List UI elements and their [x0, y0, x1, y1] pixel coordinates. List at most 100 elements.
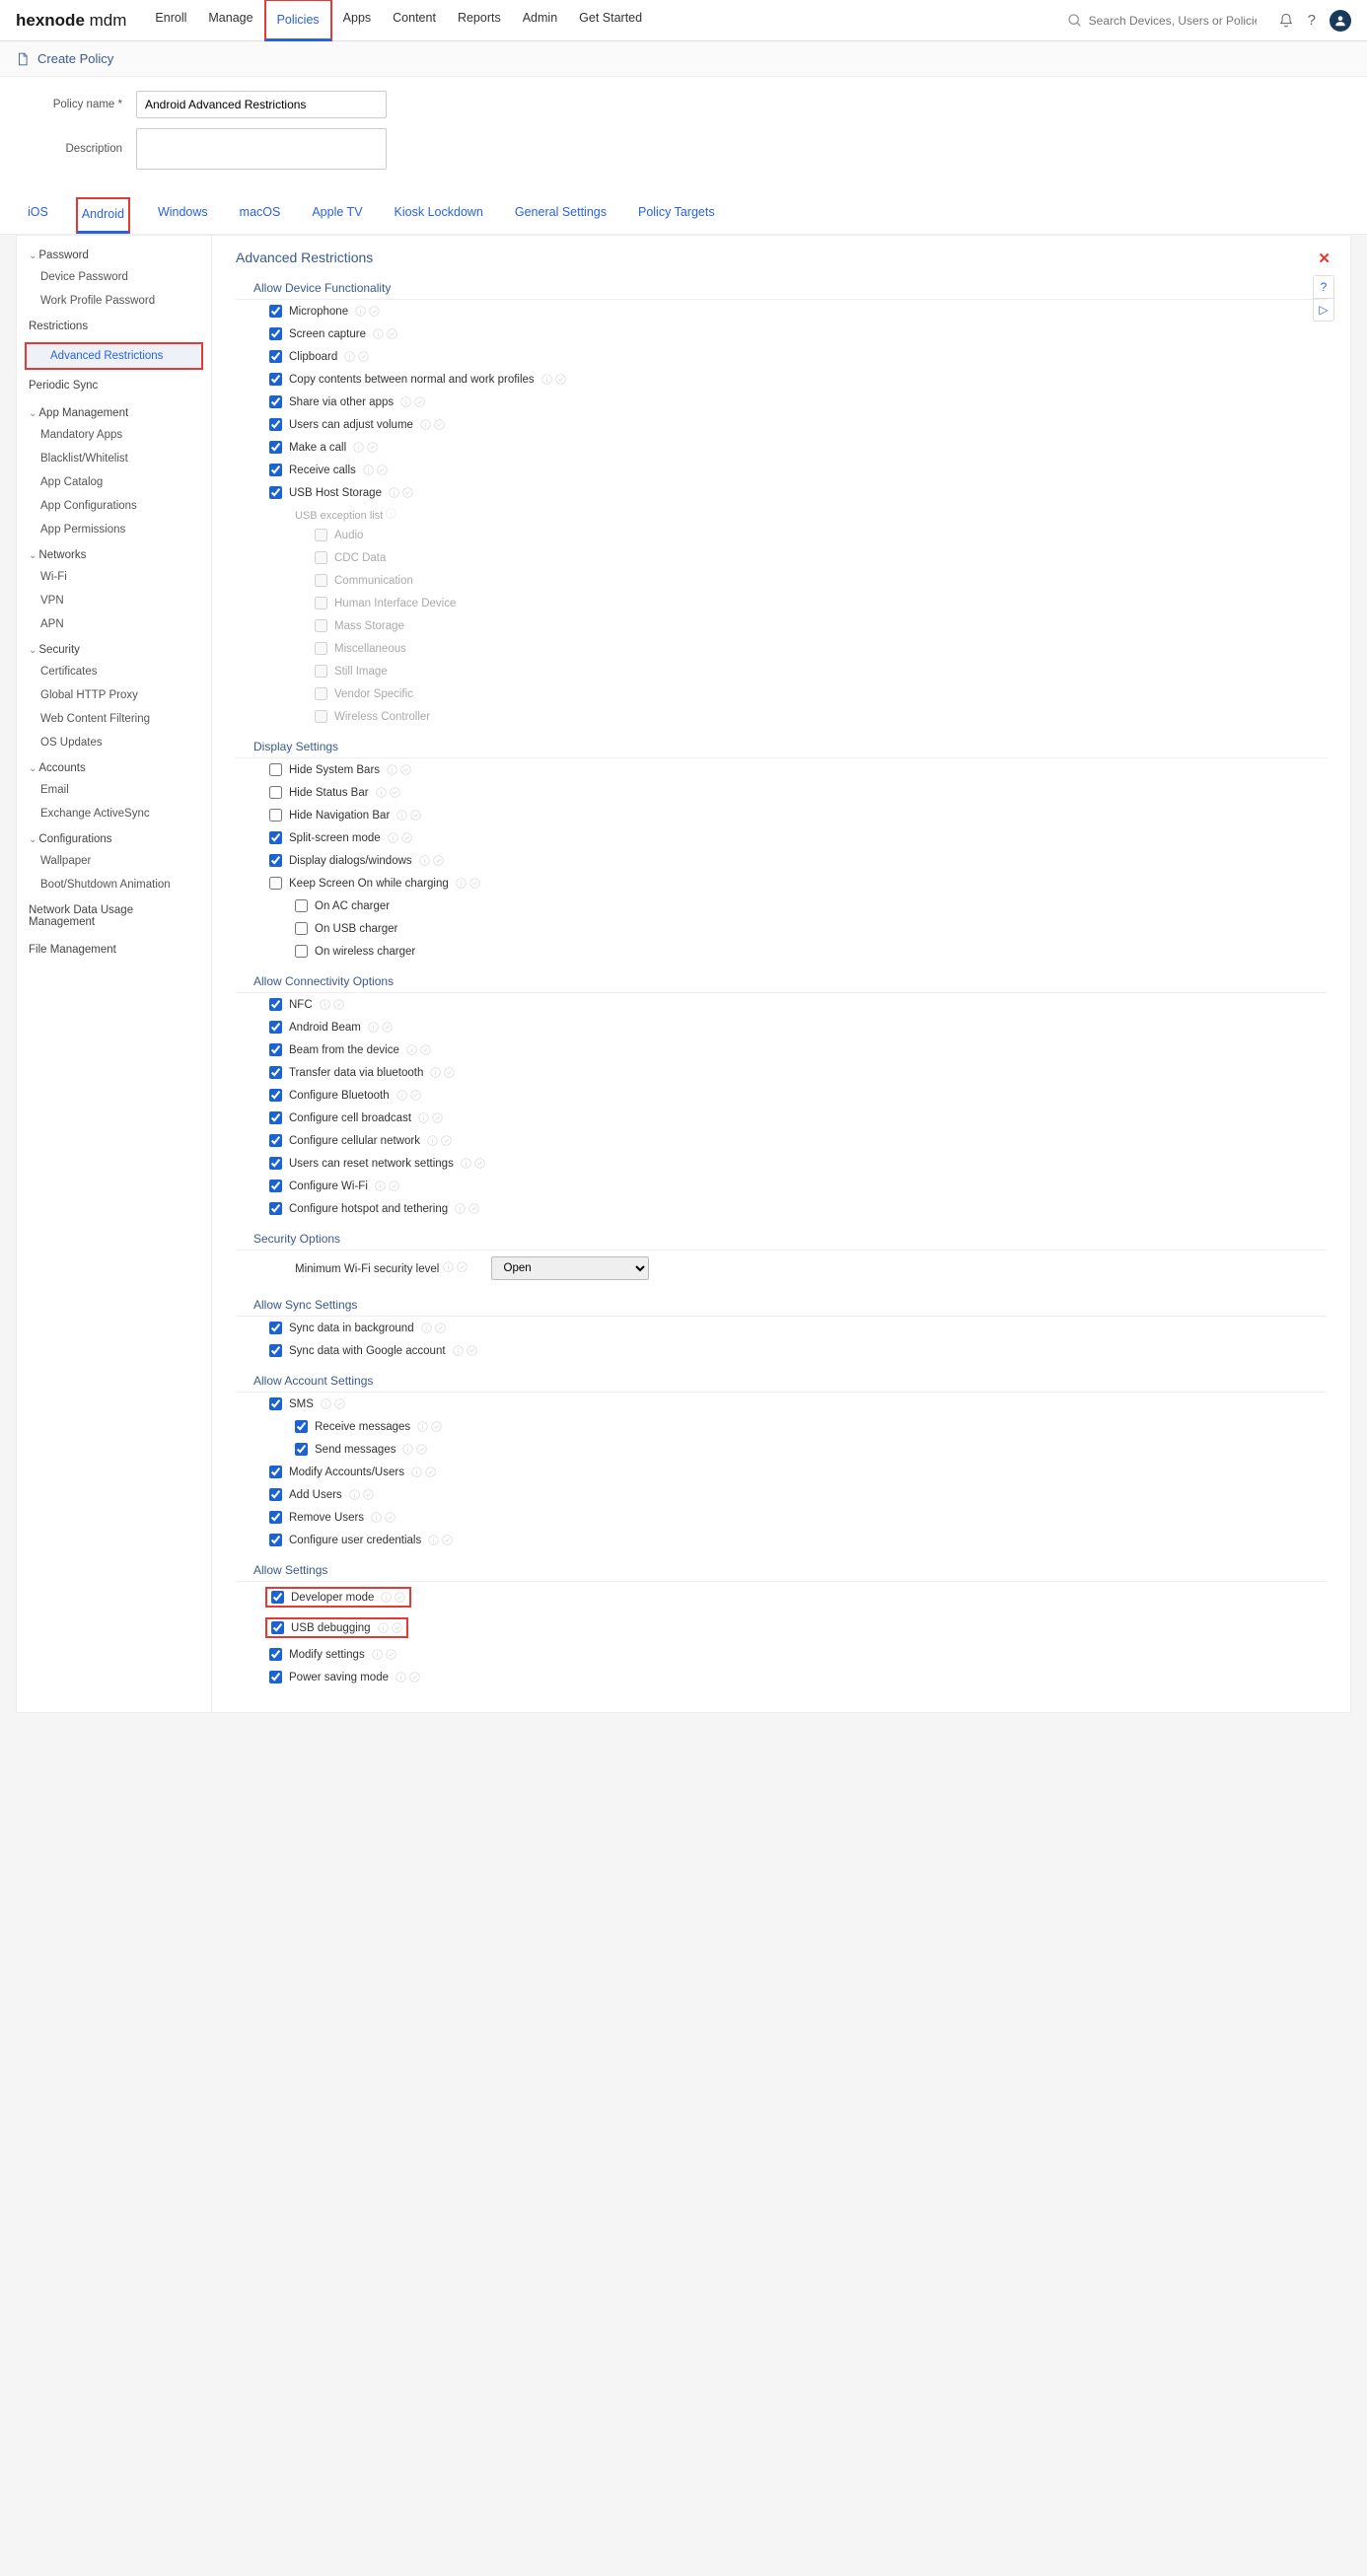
- sidebar-item-os-updates[interactable]: OS Updates: [17, 731, 211, 754]
- checkbox-on-ac-charger[interactable]: [295, 899, 308, 912]
- checkbox-beam-from-the-device[interactable]: [269, 1043, 282, 1056]
- checkbox-screen-capture[interactable]: [269, 327, 282, 340]
- tab-general-settings[interactable]: General Settings: [511, 197, 611, 234]
- sidebar-group-password[interactable]: Password: [17, 242, 211, 265]
- sidebar-item-exchange-activesync[interactable]: Exchange ActiveSync: [17, 802, 211, 825]
- sidebar-item-global-http-proxy[interactable]: Global HTTP Proxy: [17, 683, 211, 707]
- tab-apple-tv[interactable]: Apple TV: [308, 197, 366, 234]
- checkbox-keep-screen-on-while-charging[interactable]: [269, 877, 282, 890]
- checkbox-send-messages[interactable]: [295, 1443, 308, 1456]
- checkbox-copy-contents-between-normal-and-work-profiles[interactable]: [269, 373, 282, 386]
- description-input[interactable]: [136, 128, 387, 170]
- search-box[interactable]: [1067, 13, 1264, 29]
- tab-kiosk-lockdown[interactable]: Kiosk Lockdown: [391, 197, 487, 234]
- sidebar-item-blacklist-whitelist[interactable]: Blacklist/Whitelist: [17, 447, 211, 470]
- checkbox-add-users[interactable]: [269, 1488, 282, 1501]
- sidebar-item-file-management[interactable]: File Management: [17, 936, 211, 964]
- checkbox-display-dialogs-windows[interactable]: [269, 854, 282, 867]
- nav-manage[interactable]: Manage: [197, 0, 263, 41]
- tab-ios[interactable]: iOS: [24, 197, 52, 234]
- checkbox-configure-wi-fi[interactable]: [269, 1180, 282, 1192]
- checkbox-android-beam[interactable]: [269, 1021, 282, 1034]
- sidebar-item-periodic-sync[interactable]: Periodic Sync: [17, 372, 211, 399]
- checkbox-developer-mode[interactable]: [271, 1591, 284, 1604]
- sidebar-item-restrictions[interactable]: Restrictions: [17, 313, 211, 340]
- checkbox-hide-status-bar[interactable]: [269, 786, 282, 799]
- checkbox-hide-navigation-bar[interactable]: [269, 809, 282, 822]
- checkbox-usb-host-storage[interactable]: [269, 486, 282, 499]
- bell-icon[interactable]: [1278, 13, 1294, 29]
- checkbox-remove-users[interactable]: [269, 1511, 282, 1524]
- nav-content[interactable]: Content: [382, 0, 447, 41]
- checkbox-sync-data-with-google-account[interactable]: [269, 1344, 282, 1357]
- nav-apps[interactable]: Apps: [332, 0, 383, 41]
- sidebar-group-app-management[interactable]: App Management: [17, 399, 211, 423]
- policy-name-input[interactable]: [136, 91, 387, 118]
- nav-reports[interactable]: Reports: [447, 0, 512, 41]
- checkbox-split-screen-mode[interactable]: [269, 831, 282, 844]
- tab-policy-targets[interactable]: Policy Targets: [634, 197, 719, 234]
- sidebar-item-network-data-usage-management[interactable]: Network Data Usage Management: [17, 896, 211, 936]
- tab-android[interactable]: Android: [76, 197, 130, 234]
- nav-admin[interactable]: Admin: [512, 0, 568, 41]
- help-play[interactable]: ▷: [1314, 299, 1333, 321]
- checkbox-configure-cellular-network[interactable]: [269, 1134, 282, 1147]
- help-icon[interactable]: ?: [1308, 12, 1316, 29]
- checkbox-share-via-other-apps[interactable]: [269, 395, 282, 408]
- sidebar-item-vpn[interactable]: VPN: [17, 589, 211, 612]
- sidebar-item-device-password[interactable]: Device Password: [17, 265, 211, 289]
- sidebar-item-apn[interactable]: APN: [17, 612, 211, 636]
- close-icon[interactable]: ✕: [1318, 250, 1331, 267]
- avatar[interactable]: [1330, 10, 1351, 32]
- checkbox-modify-settings[interactable]: [269, 1648, 282, 1661]
- sidebar-item-wi-fi[interactable]: Wi-Fi: [17, 565, 211, 589]
- checkbox-configure-hotspot-and-tethering[interactable]: [269, 1202, 282, 1215]
- checkbox-power-saving-mode[interactable]: [269, 1671, 282, 1683]
- checkbox-clipboard[interactable]: [269, 350, 282, 363]
- help-question[interactable]: ?: [1314, 276, 1333, 299]
- checkbox-configure-user-credentials[interactable]: [269, 1534, 282, 1546]
- sidebar-group-configurations[interactable]: Configurations: [17, 825, 211, 849]
- checkbox-transfer-data-via-bluetooth[interactable]: [269, 1066, 282, 1079]
- checkbox-users-can-adjust-volume[interactable]: [269, 418, 282, 431]
- search-icon: [1067, 13, 1083, 29]
- checkbox-sms[interactable]: [269, 1397, 282, 1410]
- checkbox-users-can-reset-network-settings[interactable]: [269, 1157, 282, 1170]
- wifi-security-select[interactable]: Open: [491, 1256, 649, 1280]
- checkbox-on-wireless-charger[interactable]: [295, 945, 308, 958]
- tab-macos[interactable]: macOS: [236, 197, 285, 234]
- checkbox-hide-system-bars[interactable]: [269, 763, 282, 776]
- sidebar-item-certificates[interactable]: Certificates: [17, 660, 211, 683]
- sidebar-item-web-content-filtering[interactable]: Web Content Filtering: [17, 707, 211, 731]
- checkbox-sync-data-in-background[interactable]: [269, 1322, 282, 1334]
- sidebar-item-boot-shutdown-animation[interactable]: Boot/Shutdown Animation: [17, 873, 211, 896]
- sidebar-group-accounts[interactable]: Accounts: [17, 754, 211, 778]
- sidebar-item-app-catalog[interactable]: App Catalog: [17, 470, 211, 494]
- nav-enroll[interactable]: Enroll: [144, 0, 197, 41]
- sidebar-group-networks[interactable]: Networks: [17, 541, 211, 565]
- search-input[interactable]: [1089, 14, 1257, 28]
- sidebar-item-email[interactable]: Email: [17, 778, 211, 802]
- info-icon: i: [453, 1345, 464, 1356]
- checkbox-on-usb-charger[interactable]: [295, 922, 308, 935]
- sidebar-item-advanced-restrictions[interactable]: Advanced Restrictions: [27, 344, 201, 368]
- sidebar-item-wallpaper[interactable]: Wallpaper: [17, 849, 211, 873]
- checkbox-microphone[interactable]: [269, 305, 282, 318]
- sidebar-item-app-configurations[interactable]: App Configurations: [17, 494, 211, 518]
- checkbox-modify-accounts-users[interactable]: [269, 1466, 282, 1478]
- sidebar-group-security[interactable]: Security: [17, 636, 211, 660]
- checkbox-usb-debugging[interactable]: [271, 1621, 284, 1634]
- checkbox-make-a-call[interactable]: [269, 441, 282, 454]
- sidebar-item-app-permissions[interactable]: App Permissions: [17, 518, 211, 541]
- nav-get-started[interactable]: Get Started: [568, 0, 653, 41]
- tab-windows[interactable]: Windows: [154, 197, 212, 234]
- check-icon: [467, 1345, 477, 1356]
- checkbox-configure-cell-broadcast[interactable]: [269, 1111, 282, 1124]
- checkbox-nfc[interactable]: [269, 998, 282, 1011]
- nav-policies[interactable]: Policies: [264, 0, 332, 41]
- checkbox-configure-bluetooth[interactable]: [269, 1089, 282, 1102]
- checkbox-receive-messages[interactable]: [295, 1420, 308, 1433]
- checkbox-receive-calls[interactable]: [269, 464, 282, 476]
- sidebar-item-work-profile-password[interactable]: Work Profile Password: [17, 289, 211, 313]
- sidebar-item-mandatory-apps[interactable]: Mandatory Apps: [17, 423, 211, 447]
